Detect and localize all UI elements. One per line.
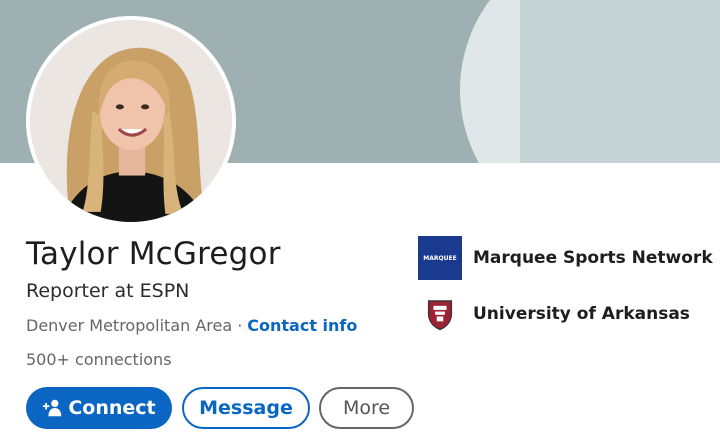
contact-info-link[interactable]: Contact info	[247, 316, 357, 335]
profile-headline: Reporter at ESPN	[26, 280, 190, 302]
connect-label: Connect	[68, 397, 156, 419]
marquee-sports-network-logo: MARQUEE	[418, 236, 462, 280]
more-button[interactable]: More	[319, 387, 414, 429]
shield-crest-icon	[427, 300, 453, 331]
connections-count[interactable]: 500+ connections	[26, 350, 172, 369]
profile-photo[interactable]	[26, 16, 236, 226]
message-label: Message	[199, 397, 293, 419]
connect-button[interactable]: Connect	[26, 387, 172, 429]
location-row: Denver Metropolitan Area · Contact info	[26, 316, 357, 335]
add-person-icon	[43, 399, 62, 417]
location-text: Denver Metropolitan Area	[26, 316, 233, 335]
profile-name: Taylor McGregor	[26, 236, 281, 272]
marquee-logo-text: MARQUEE	[423, 254, 457, 262]
organization-label: Marquee Sports Network	[473, 248, 713, 268]
banner-shape-right	[520, 0, 720, 163]
organization-label: University of Arkansas	[473, 304, 690, 324]
profile-photo-illustration	[30, 20, 232, 222]
separator-dot: ·	[237, 316, 243, 335]
organization-marquee[interactable]: MARQUEE Marquee Sports Network	[418, 236, 713, 280]
message-button[interactable]: Message	[182, 387, 310, 429]
more-label: More	[342, 397, 391, 419]
university-of-arkansas-logo	[418, 292, 462, 336]
organization-arkansas[interactable]: University of Arkansas	[418, 292, 690, 336]
